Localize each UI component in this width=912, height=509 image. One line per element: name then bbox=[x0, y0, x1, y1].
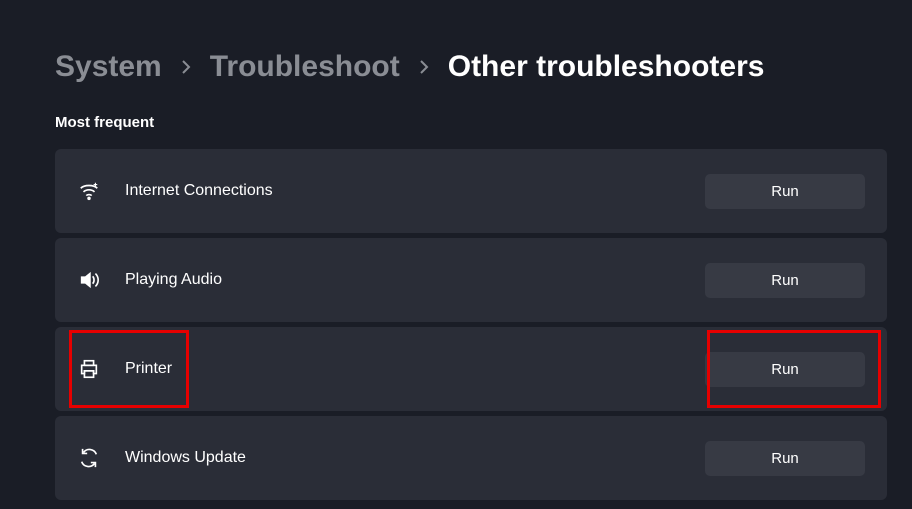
troubleshooter-row-audio: Playing Audio Run bbox=[55, 238, 887, 322]
breadcrumb: System Troubleshoot Other troubleshooter… bbox=[55, 50, 887, 84]
speaker-icon bbox=[77, 268, 101, 292]
row-label: Internet Connections bbox=[125, 182, 273, 200]
row-left: Playing Audio bbox=[77, 268, 222, 292]
troubleshooter-row-internet: Internet Connections Run bbox=[55, 149, 887, 233]
run-button-audio[interactable]: Run bbox=[705, 263, 865, 298]
printer-icon bbox=[77, 357, 101, 381]
sync-icon bbox=[77, 446, 101, 470]
troubleshooter-row-windows-update: Windows Update Run bbox=[55, 416, 887, 500]
chevron-right-icon bbox=[418, 59, 430, 75]
row-left: Internet Connections bbox=[77, 179, 273, 203]
row-left: Printer bbox=[77, 357, 172, 381]
row-label: Printer bbox=[125, 360, 172, 378]
breadcrumb-item-current: Other troubleshooters bbox=[448, 50, 765, 84]
breadcrumb-item-system[interactable]: System bbox=[55, 50, 162, 84]
troubleshooter-row-printer: Printer Run bbox=[55, 327, 887, 411]
run-button-printer[interactable]: Run bbox=[705, 352, 865, 387]
run-button-internet[interactable]: Run bbox=[705, 174, 865, 209]
row-label: Windows Update bbox=[125, 449, 246, 467]
chevron-right-icon bbox=[180, 59, 192, 75]
wifi-icon bbox=[77, 179, 101, 203]
section-label: Most frequent bbox=[55, 114, 887, 131]
run-button-windows-update[interactable]: Run bbox=[705, 441, 865, 476]
breadcrumb-item-troubleshoot[interactable]: Troubleshoot bbox=[210, 50, 400, 84]
row-left: Windows Update bbox=[77, 446, 246, 470]
row-label: Playing Audio bbox=[125, 271, 222, 289]
troubleshooter-list: Internet Connections Run Playing Audio R… bbox=[55, 149, 887, 500]
